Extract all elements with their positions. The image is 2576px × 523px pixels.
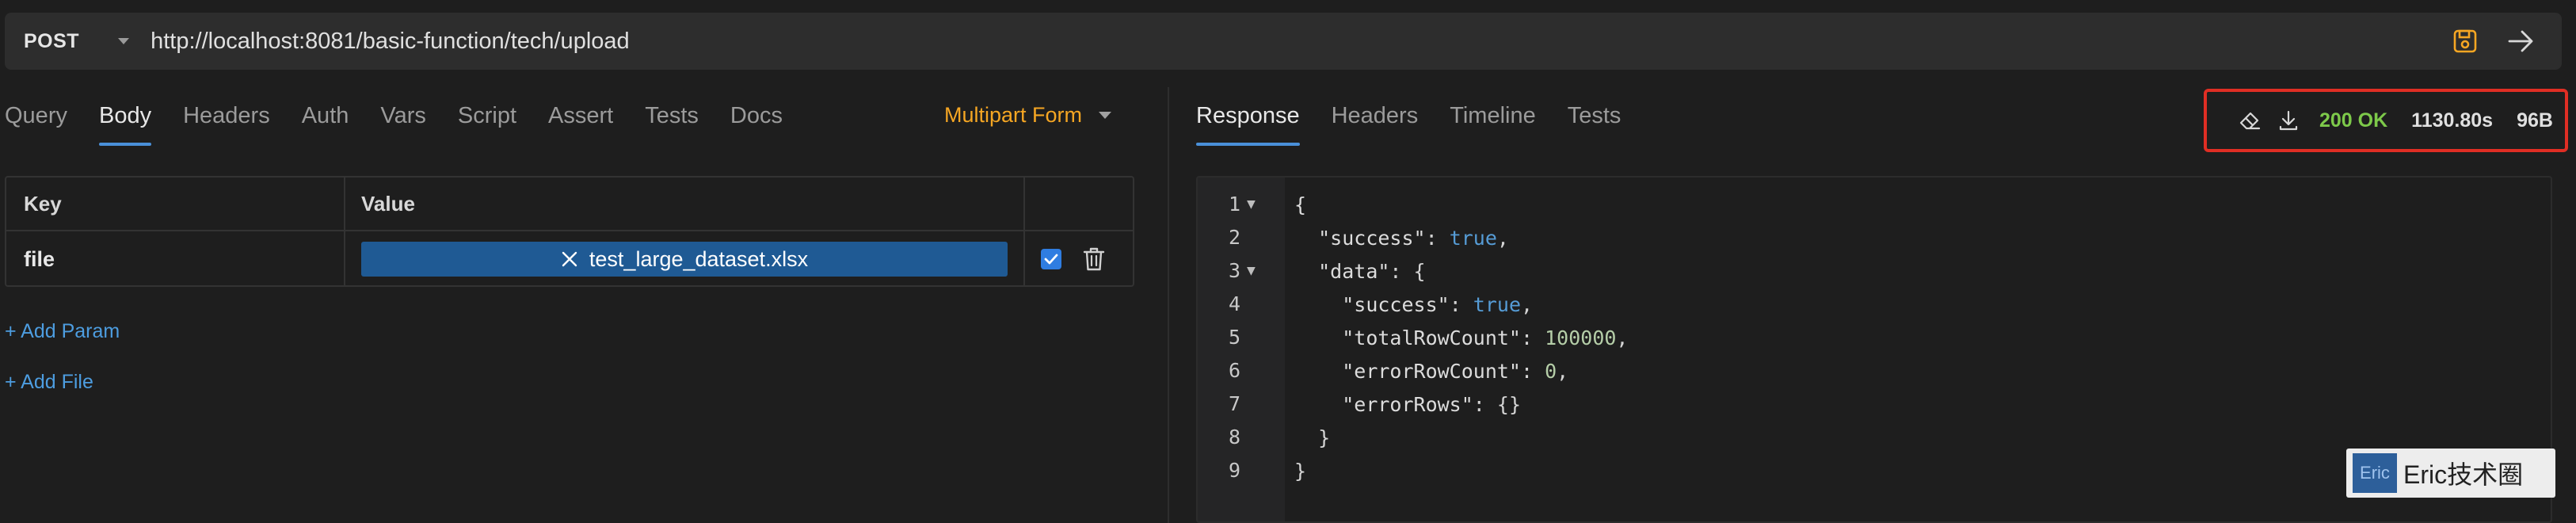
status-code: 200 OK: [2319, 109, 2388, 132]
params-table: Key Value file test_large_dataset.xlsx: [5, 176, 1134, 287]
code-text: "errorRows": {}: [1342, 393, 1522, 416]
code-line: 3 ▼: [1198, 254, 1269, 287]
file-chip[interactable]: test_large_dataset.xlsx: [361, 242, 1008, 277]
line-number: 4: [1228, 292, 1240, 315]
param-actions-cell: [1025, 231, 1133, 287]
request-tabs: Query Body Headers Auth Vars Script Asse…: [0, 89, 814, 146]
watermark: Eric Eric技术圈: [2346, 449, 2555, 498]
tab-script[interactable]: Script: [458, 89, 516, 146]
save-icon[interactable]: [2452, 29, 2478, 54]
tab-assert[interactable]: Assert: [548, 89, 613, 146]
enable-param-checkbox[interactable]: [1041, 249, 1061, 269]
table-row: file test_large_dataset.xlsx: [6, 231, 1133, 287]
eraser-icon[interactable]: [2239, 110, 2261, 131]
code-text: }: [1318, 426, 1331, 449]
url-bar-actions: [2452, 13, 2535, 70]
body-mode-label: Multipart Form: [944, 103, 1083, 127]
tab-response-tests[interactable]: Tests: [1568, 89, 1621, 146]
param-value-cell: test_large_dataset.xlsx: [345, 231, 1025, 287]
line-number: 2: [1228, 225, 1240, 249]
tab-tests[interactable]: Tests: [645, 89, 699, 146]
code-line: 7: [1198, 387, 1240, 420]
trash-icon[interactable]: [1082, 246, 1106, 272]
url-bar: POST http://localhost:8081/basic-functio…: [5, 13, 2562, 70]
line-number: 8: [1228, 425, 1240, 449]
code-text: "totalRowCount": 100000,: [1342, 326, 1629, 349]
tab-timeline[interactable]: Timeline: [1450, 89, 1536, 146]
method-selector[interactable]: POST: [24, 30, 79, 53]
response-time: 1130.80s: [2411, 109, 2494, 132]
param-key: file: [24, 246, 55, 271]
tab-auth[interactable]: Auth: [302, 89, 349, 146]
code-line: 6: [1198, 353, 1240, 387]
response-status-bar: 200 OK 1130.80s 96B: [2204, 89, 2568, 152]
watermark-text: Eric技术圈: [2403, 460, 2524, 489]
fold-caret-icon[interactable]: ▼: [1247, 196, 1269, 212]
code-text: "data": {: [1318, 260, 1426, 283]
code-line: 1 ▼: [1198, 187, 1269, 220]
tab-query[interactable]: Query: [5, 89, 67, 146]
tab-headers[interactable]: Headers: [183, 89, 270, 146]
close-icon[interactable]: [561, 250, 578, 268]
response-tabs: Response Headers Timeline Tests: [1196, 89, 1652, 146]
param-key-cell[interactable]: file: [6, 231, 345, 287]
code-line: 4: [1198, 287, 1240, 320]
table-header-row: Key Value: [6, 178, 1133, 231]
tab-body[interactable]: Body: [98, 89, 152, 146]
code-text: "success": true,: [1318, 227, 1509, 250]
pane-divider[interactable]: [1168, 87, 1169, 523]
code-text: {: [1294, 193, 1307, 216]
code-line: 9: [1198, 453, 1240, 487]
column-header-value: Value: [345, 178, 1025, 230]
line-number: 9: [1228, 458, 1240, 482]
line-number: 6: [1228, 358, 1240, 382]
column-header-actions: [1025, 178, 1133, 230]
add-param-button[interactable]: + Add Param: [5, 320, 120, 343]
tab-docs[interactable]: Docs: [730, 89, 783, 146]
watermark-logo: Eric: [2353, 453, 2397, 493]
code-text: }: [1294, 460, 1307, 483]
file-name: test_large_dataset.xlsx: [589, 246, 809, 271]
code-line: 2: [1198, 220, 1240, 254]
line-number: 3: [1228, 258, 1240, 282]
body-mode-selector[interactable]: Multipart Form: [944, 103, 1112, 128]
send-arrow-icon[interactable]: [2508, 29, 2535, 53]
add-file-button[interactable]: + Add File: [5, 371, 93, 394]
tab-vars[interactable]: Vars: [380, 89, 425, 146]
code-text: "success": true,: [1342, 293, 1534, 316]
line-number: 5: [1228, 325, 1240, 349]
download-icon[interactable]: [2278, 109, 2299, 132]
code-line: 5: [1198, 320, 1240, 353]
tab-response-headers[interactable]: Headers: [1332, 89, 1419, 146]
code-text: "errorRowCount": 0,: [1342, 360, 1569, 383]
chevron-down-icon: [1098, 111, 1112, 120]
chevron-down-icon[interactable]: [117, 37, 130, 45]
tab-response[interactable]: Response: [1196, 89, 1300, 146]
line-number: 1: [1228, 192, 1240, 216]
code-line: 8: [1198, 420, 1240, 453]
line-number: 7: [1228, 391, 1240, 415]
url-input[interactable]: http://localhost:8081/basic-function/tec…: [151, 29, 630, 55]
response-size: 96B: [2517, 109, 2553, 132]
column-header-key: Key: [6, 178, 345, 230]
fold-caret-icon[interactable]: ▼: [1247, 262, 1269, 279]
